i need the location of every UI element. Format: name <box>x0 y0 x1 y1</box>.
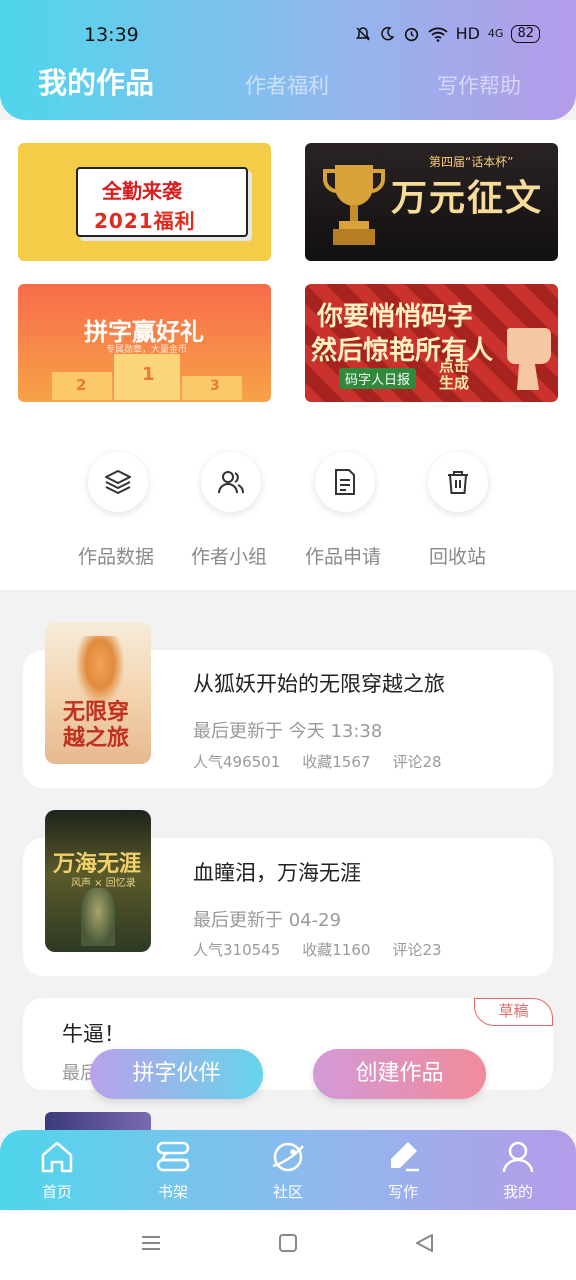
nav-profile[interactable]: 我的 <box>478 1130 558 1210</box>
work-application-label: 作品申请 <box>305 546 382 568</box>
recycle-bin-label: 回收站 <box>429 546 487 568</box>
pen-icon <box>391 1142 419 1172</box>
work-data-button[interactable] <box>88 452 148 512</box>
nav-bookshelf-label: 书架 <box>157 1183 188 1201</box>
banner-attendance-line1: 全勤来袭 <box>102 179 182 203</box>
banner-contest-small: 第四届“话本杯” <box>429 155 514 169</box>
work-stats: 人气496501 收藏1567 评论28 <box>193 751 464 772</box>
profile-icon <box>502 1141 534 1173</box>
mute-icon <box>355 26 370 41</box>
work-popularity: 人气310545 <box>193 941 281 959</box>
nav-community-label: 社区 <box>272 1183 303 1201</box>
podium-rank-3: 3 <box>210 378 220 394</box>
podium-rank-1: 1 <box>142 364 155 385</box>
top-tabs: 我的作品 作者福利 写作帮助 <box>0 58 576 106</box>
podium-rank-2: 2 <box>76 376 87 394</box>
work-popularity: 人气496501 <box>193 753 281 771</box>
menu-icon[interactable] <box>140 1232 162 1254</box>
banner-daily-click: 点击生成 <box>439 357 470 392</box>
work-application-button[interactable] <box>315 452 375 512</box>
network-type: HD <box>455 24 480 43</box>
home-icon <box>41 1141 73 1173</box>
work-favorites: 收藏1567 <box>302 753 371 771</box>
banner-attendance[interactable]: 全勤来袭 2021福利 <box>18 143 271 261</box>
banner-daily-line1: 你要悄悄码字 <box>317 302 474 332</box>
home-button-icon[interactable] <box>277 1232 299 1254</box>
work-favorites: 收藏1160 <box>302 941 371 959</box>
document-icon <box>335 469 355 495</box>
banner-daily-tag: 码字人日报 <box>339 368 417 389</box>
work-comments: 评论23 <box>392 941 442 959</box>
tab-author-benefits[interactable]: 作者福利 <box>245 70 329 100</box>
typing-partner-button[interactable]: 拼字伙伴 <box>90 1049 263 1099</box>
banner-daily-report[interactable]: 你要悄悄码字 然后惊艳所有人 码字人日报 点击生成 <box>305 284 558 402</box>
banner-attendance-line2: 2021福利 <box>94 209 196 233</box>
nav-writing[interactable]: 写作 <box>363 1130 443 1210</box>
alarm-icon <box>404 27 418 42</box>
status-icons: HD 4G 82 <box>355 24 540 43</box>
header: 13:39 HD 4G 82 我的作品 作者福利 写作帮助 <box>0 0 576 120</box>
back-icon[interactable] <box>413 1232 435 1254</box>
work-update-time: 最后更新于 今天 13:38 <box>193 721 383 742</box>
work-stats: 人气310545 收藏1160 评论23 <box>193 939 464 960</box>
tab-writing-help[interactable]: 写作帮助 <box>437 70 521 100</box>
nav-writing-label: 写作 <box>387 1183 418 1201</box>
recycle-bin-button[interactable] <box>428 452 488 512</box>
cover-title: 无限穿越之旅 <box>63 700 130 751</box>
cover-figure <box>75 636 125 706</box>
group-icon <box>218 471 244 494</box>
system-navigation-bar <box>0 1210 576 1280</box>
work-cover[interactable]: 无限穿越之旅 <box>45 622 151 764</box>
nav-bookshelf[interactable]: 书架 <box>133 1130 213 1210</box>
cover-subtitle: 风声 × 回忆录 <box>71 878 136 889</box>
draft-badge: 草稿 <box>474 998 553 1026</box>
author-group-label: 作者小组 <box>191 546 268 568</box>
nav-home-label: 首页 <box>41 1183 72 1201</box>
work-update-time: 最后更新于 04-29 <box>193 910 342 931</box>
bookshelf-icon <box>156 1141 190 1172</box>
work-data-label: 作品数据 <box>78 546 155 568</box>
tab-my-works[interactable]: 我的作品 <box>38 60 154 102</box>
moon-icon <box>380 26 394 40</box>
work-cover[interactable]: 万海无涯 风声 × 回忆录 <box>45 810 151 952</box>
work-title: 牛逼！ <box>62 1022 125 1046</box>
author-group-button[interactable] <box>201 452 261 512</box>
bottom-navigation: 首页 书架 社区 写作 我的 <box>0 1130 576 1210</box>
work-title: 从狐妖开始的无限穿越之旅 <box>193 672 445 696</box>
banner-typing-reward[interactable]: 拼字赢好礼 专属勋章，大量金币 2 1 3 <box>18 284 271 402</box>
planet-icon <box>272 1142 304 1172</box>
banner-contest-title: 万元征文 <box>391 178 544 219</box>
status-time: 13:39 <box>84 24 139 46</box>
trophy-icon <box>323 165 385 245</box>
fist-icon <box>507 328 551 390</box>
trash-icon <box>448 471 468 494</box>
banner-contest[interactable]: 第四届“话本杯” 万元征文 <box>305 143 558 261</box>
signal-type: 4G <box>487 27 504 40</box>
work-comments: 评论28 <box>392 753 442 771</box>
battery-indicator: 82 <box>511 24 540 43</box>
wifi-icon <box>427 27 448 42</box>
work-title: 血瞳泪，万海无涯 <box>193 861 361 885</box>
nav-profile-label: 我的 <box>502 1183 533 1201</box>
nav-home[interactable]: 首页 <box>17 1130 97 1210</box>
create-work-button[interactable]: 创建作品 <box>313 1049 486 1099</box>
nav-community[interactable]: 社区 <box>248 1130 328 1210</box>
status-bar: 13:39 HD 4G 82 <box>0 22 576 50</box>
layers-icon <box>105 470 131 494</box>
cover-figure <box>81 888 115 946</box>
